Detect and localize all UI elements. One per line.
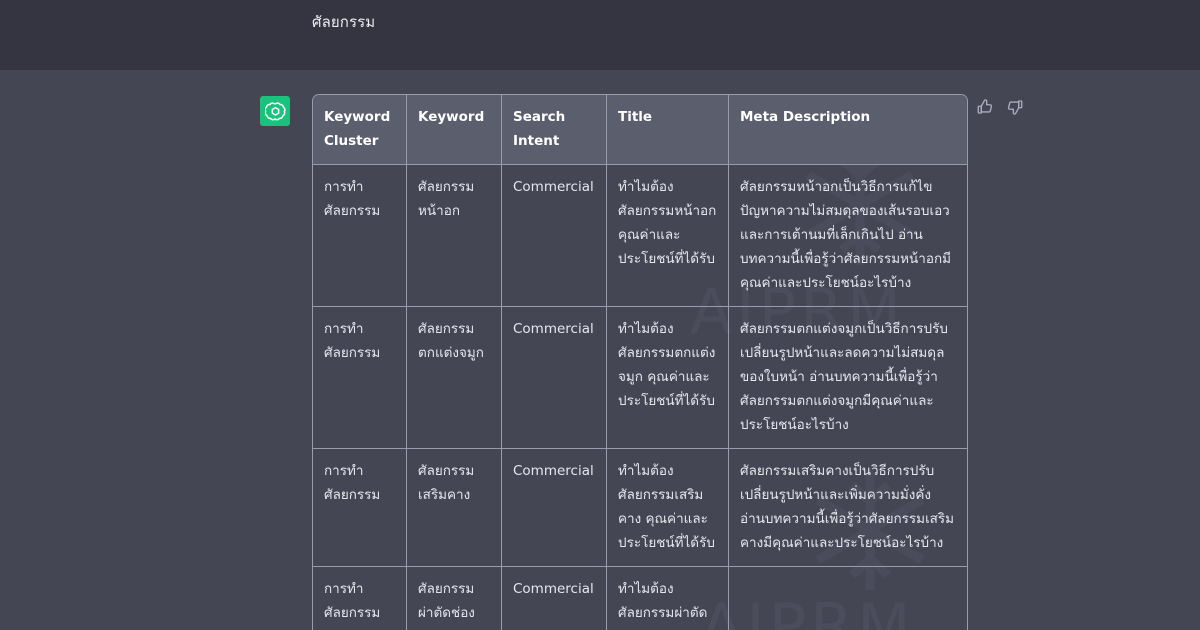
cell-keyword: ศัลยกรรมเสริมคาง [407,449,502,567]
table-header: Keyword Cluster Keyword Search Intent Ti… [313,95,967,165]
thumbs-down-icon[interactable] [1006,98,1024,116]
cell-keyword-cluster: การทำศัลยกรรม [313,449,407,567]
table-row: การทำศัลยกรรม ศัลยกรรมเสริมคาง Commercia… [313,449,967,567]
table-row: การทำศัลยกรรม ศัลยกรรมผ่าตัดช่องปาก Comm… [313,567,967,630]
cell-meta-description: ศัลยกรรมตกแต่งจมูกเป็นวิธีการปรับเปลี่ยน… [729,307,967,449]
table-body: การทำศัลยกรรม ศัลยกรรมหน้าอก Commercial … [313,165,967,630]
cell-keyword: ศัลยกรรมหน้าอก [407,165,502,307]
chatgpt-avatar [260,96,290,126]
cell-meta-description [729,567,967,630]
table-header-row: Keyword Cluster Keyword Search Intent Ti… [313,95,967,165]
table-row: การทำศัลยกรรม ศัลยกรรมหน้าอก Commercial … [313,165,967,307]
page-title: ศัลยกรรม [312,13,376,31]
table-row: การทำศัลยกรรม ศัลยกรรมตกแต่งจมูก Commerc… [313,307,967,449]
cell-meta-description: ศัลยกรรมหน้าอกเป็นวิธีการแก้ไขปัญหาความไ… [729,165,967,307]
column-header-title: Title [607,95,729,165]
cell-search-intent: Commercial [502,165,607,307]
cell-keyword-cluster: การทำศัลยกรรม [313,307,407,449]
thumbs-up-icon[interactable] [976,98,994,116]
cell-title: ทำไมต้องศัลยกรรมตกแต่งจมูก คุณค่าและประโ… [607,307,729,449]
cell-keyword-cluster: การทำศัลยกรรม [313,165,407,307]
column-header-search-intent: Search Intent [502,95,607,165]
column-header-keyword: Keyword [407,95,502,165]
top-bar: ศัลยกรรม [0,0,1200,70]
cell-meta-description: ศัลยกรรมเสริมคางเป็นวิธีการปรับเปลี่ยนรู… [729,449,967,567]
column-header-meta-description: Meta Description [729,95,967,165]
keyword-table-container: Keyword Cluster Keyword Search Intent Ti… [312,94,968,630]
column-header-keyword-cluster: Keyword Cluster [313,95,407,165]
cell-keyword-cluster: การทำศัลยกรรม [313,567,407,630]
cell-title: ทำไมต้องศัลยกรรมเสริมคาง คุณค่าและประโยช… [607,449,729,567]
cell-search-intent: Commercial [502,307,607,449]
cell-title: ทำไมต้องศัลยกรรมหน้าอก คุณค่าและประโยชน์… [607,165,729,307]
cell-search-intent: Commercial [502,449,607,567]
openai-logo-icon [264,101,286,120]
cell-search-intent: Commercial [502,567,607,630]
cell-keyword: ศัลยกรรมผ่าตัดช่องปาก [407,567,502,630]
cell-title: ทำไมต้องศัลยกรรมผ่าตัดช่องปาก คุณค่าและป… [607,567,729,630]
message-feedback-controls [976,98,1024,116]
keyword-table: Keyword Cluster Keyword Search Intent Ti… [312,94,968,630]
cell-keyword: ศัลยกรรมตกแต่งจมูก [407,307,502,449]
